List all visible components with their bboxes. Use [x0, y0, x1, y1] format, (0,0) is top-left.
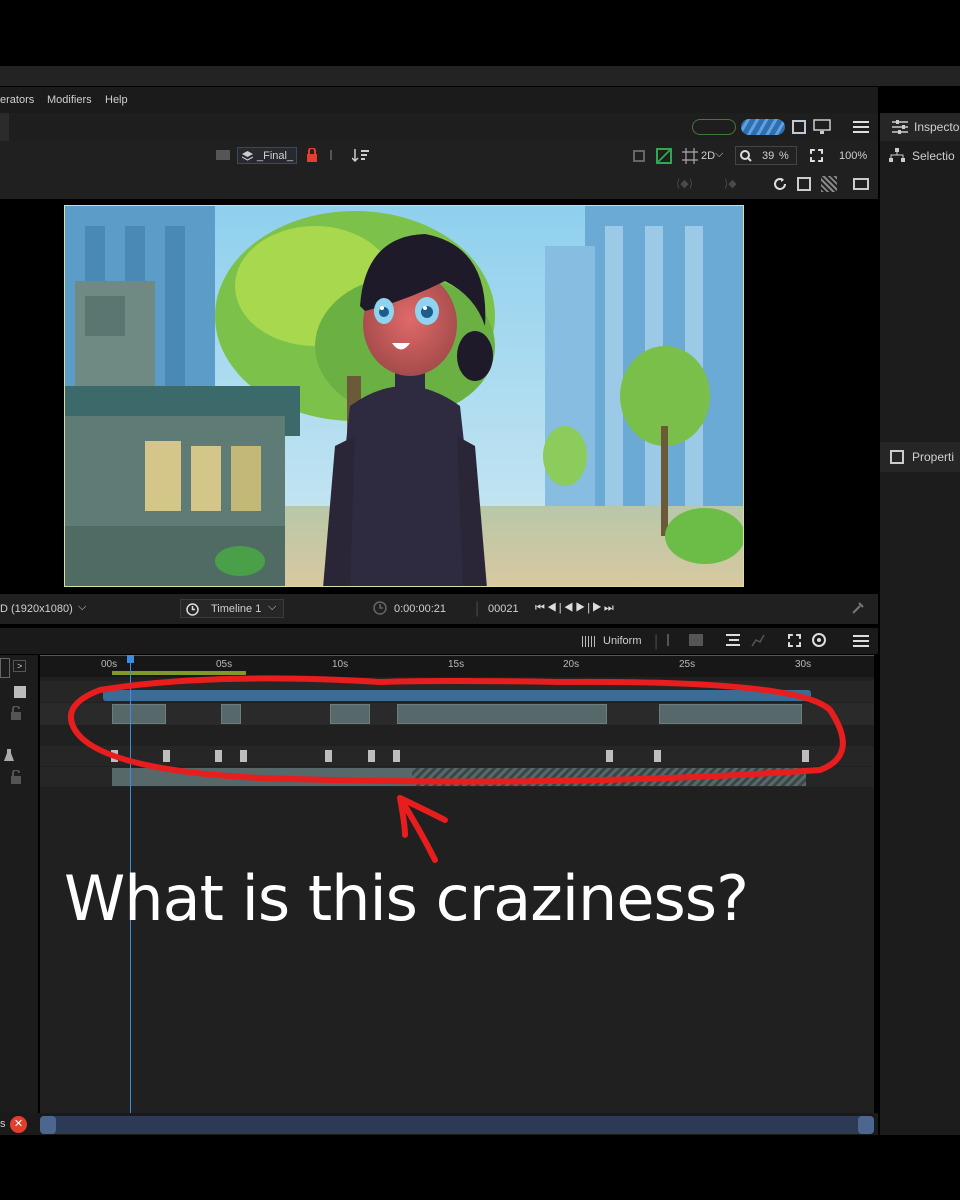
keyframe-add-icon: [667, 634, 679, 646]
status-pill-green[interactable]: [692, 119, 736, 135]
monitor-icon[interactable]: [813, 119, 831, 135]
timeline-selector[interactable]: Timeline 1 ⌵: [180, 599, 284, 618]
eyedropper-icon[interactable]: [851, 601, 865, 615]
viewer-frame-image: [64, 205, 744, 587]
composite-icon[interactable]: [216, 150, 230, 160]
resolution-dropdown[interactable]: D (1920x1080): [0, 603, 73, 615]
refresh-icon[interactable]: [773, 177, 787, 191]
left-tab[interactable]: [0, 113, 9, 141]
step-forward-icon[interactable]: |▶: [587, 602, 604, 614]
menu-icon[interactable]: [853, 120, 869, 134]
film-icon: [14, 686, 26, 698]
inspector-label: Inspecto: [914, 120, 960, 134]
skip-end-icon[interactable]: ⏭: [604, 602, 616, 614]
scroll-handle-right[interactable]: [858, 1116, 874, 1134]
menu-item-generators[interactable]: erators: [0, 94, 34, 106]
safe-frame-icon[interactable]: [633, 150, 645, 162]
chevron-down-icon: ⌵: [78, 601, 87, 613]
layer-selector[interactable]: _Final_: [237, 147, 297, 164]
chevron-down-icon: ⌵: [715, 148, 724, 160]
distribute-icon[interactable]: [726, 633, 740, 647]
zoom-value: 39: [762, 150, 775, 162]
export-frame-icon[interactable]: [853, 178, 869, 190]
grid-green-icon[interactable]: [656, 148, 672, 164]
selection-label: Selectio: [912, 149, 955, 163]
lock-icon[interactable]: [306, 148, 318, 162]
checker-icon[interactable]: [821, 176, 837, 192]
properties-icon: [890, 450, 904, 464]
menu-item-modifiers[interactable]: Modifiers: [47, 94, 92, 106]
interpolation-dropdown[interactable]: Uniform: [582, 634, 644, 650]
properties-label: Properti: [912, 450, 955, 464]
play-icon[interactable]: ▶: [575, 602, 587, 614]
timeline-label: Timeline 1: [211, 603, 262, 615]
zoom-field[interactable]: 39 %: [735, 146, 797, 165]
menu-bar: erators Modifiers Help: [0, 87, 878, 113]
interpolation-label: Uniform: [603, 635, 642, 647]
expand-button[interactable]: >: [13, 660, 27, 672]
timeline-scrollbar[interactable]: [40, 1116, 874, 1134]
snapshot-icon[interactable]: [797, 177, 811, 191]
window-title-bar: [0, 66, 960, 86]
uniform-icon: [582, 636, 596, 647]
prev-keyframe-icon: ⟨◆⟩: [676, 178, 694, 190]
chevron-down-icon: ⌵: [268, 601, 277, 613]
lock-icon[interactable]: [10, 706, 22, 720]
divider: |: [654, 633, 659, 650]
skip-start-icon[interactable]: ⏮: [535, 602, 547, 614]
annotation-circle: [67, 675, 846, 863]
sort-disabled-icon: [330, 150, 342, 160]
layout-icon[interactable]: [792, 120, 806, 134]
layers-icon: [242, 151, 253, 161]
sliders-icon: [892, 120, 908, 134]
search-icon: [740, 150, 752, 162]
transport-controls: ⏮◀|◀▶|▶⏭: [535, 602, 616, 615]
hierarchy-icon: [889, 148, 905, 162]
divider: |: [475, 600, 480, 617]
next-keyframe-icon: ⟩◆: [724, 178, 737, 190]
close-icon[interactable]: ✕: [10, 1116, 27, 1133]
frame-field[interactable]: 00021: [488, 603, 519, 615]
zoom-unit: %: [779, 150, 789, 162]
timeline-toolbar: [0, 628, 878, 654]
timecode-field[interactable]: 0:00:00:21: [394, 603, 446, 615]
flask-icon: [4, 749, 14, 761]
grid-icon[interactable]: [682, 148, 698, 164]
fit-timeline-icon[interactable]: [788, 634, 801, 647]
menu-item-help[interactable]: Help: [105, 94, 128, 106]
annotation-caption: What is this craziness?: [64, 862, 749, 935]
target-icon[interactable]: [811, 632, 827, 648]
track-toggle[interactable]: [0, 658, 10, 678]
bottom-left-label: s: [0, 1118, 6, 1130]
inspector-tab[interactable]: Inspecto: [880, 113, 960, 141]
step-back-icon[interactable]: ◀|: [547, 602, 564, 614]
status-pill-blue[interactable]: [741, 119, 785, 135]
track-headers: [0, 655, 38, 1115]
clock-icon: [186, 603, 199, 616]
view-mode-dropdown[interactable]: 2D: [701, 150, 715, 162]
selection-row[interactable]: Selectio: [880, 141, 960, 169]
graph-icon: [751, 634, 765, 647]
lock-icon[interactable]: [10, 770, 22, 784]
align-icon: [689, 634, 703, 646]
clock-icon: [373, 601, 387, 615]
right-panel: [880, 113, 960, 1135]
fit-percentage[interactable]: 100%: [839, 150, 867, 162]
layer-label: _Final_: [257, 150, 294, 162]
play-reverse-icon[interactable]: ◀: [564, 602, 576, 614]
menu-icon[interactable]: [853, 634, 869, 648]
properties-tab[interactable]: Properti: [880, 442, 960, 472]
fit-icon[interactable]: [810, 149, 823, 162]
scroll-handle-left[interactable]: [40, 1116, 56, 1134]
sort-icon[interactable]: [352, 148, 370, 162]
